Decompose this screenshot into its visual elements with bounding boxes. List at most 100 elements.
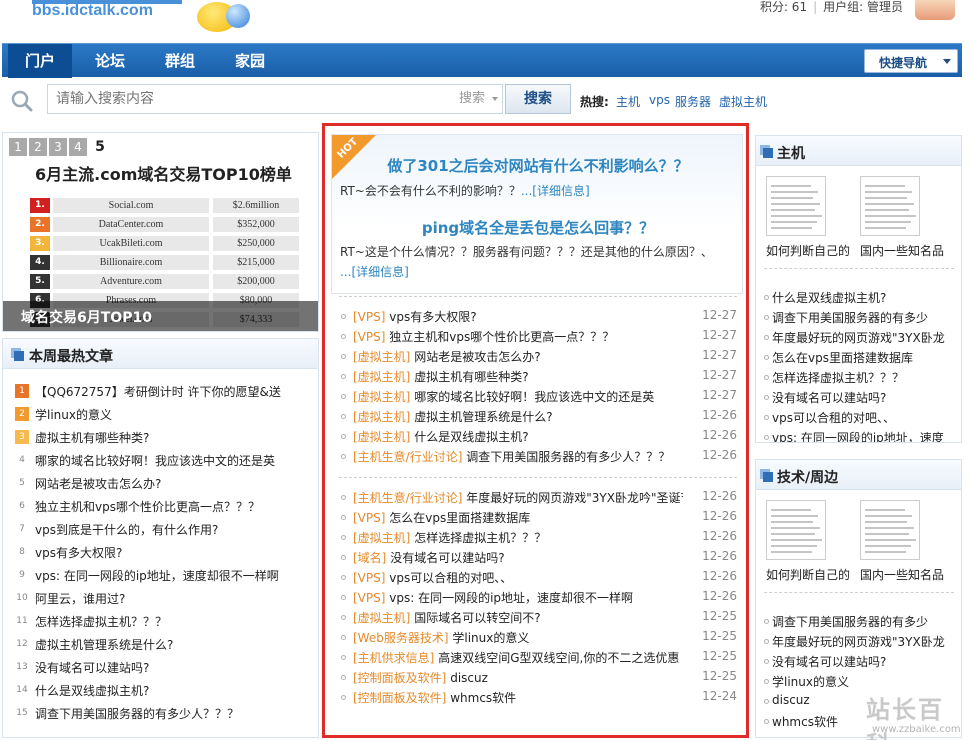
thread-category[interactable]: [虚拟主机] xyxy=(353,370,410,384)
hot-keyword-link[interactable]: 主机 xyxy=(616,93,640,110)
list-item[interactable]: vps可以合租的对吧、、 xyxy=(764,407,961,427)
detail-link[interactable]: ...[详细信息] xyxy=(340,265,409,279)
thread-row[interactable]: [VPS] vps有多大权限? 12-27 xyxy=(339,306,737,326)
thread-category[interactable]: [主机生意/行业讨论] xyxy=(353,450,462,464)
list-item[interactable]: 12 虚拟主机管理系统是什么? xyxy=(15,634,305,654)
list-item[interactable]: 2 学linux的意义 xyxy=(15,404,305,424)
thumbnail-caption[interactable]: 如何判断自己的 xyxy=(766,566,850,583)
thumbnail-caption[interactable]: 如何判断自己的 xyxy=(766,242,850,259)
thread-category[interactable]: [虚拟主机] xyxy=(353,350,410,364)
thread-category[interactable]: [控制面板及软件] xyxy=(353,671,446,685)
thread-category[interactable]: [虚拟主机] xyxy=(353,390,410,404)
ranking-row[interactable]: 4. Billionaire.com $215,000 xyxy=(25,254,303,271)
thread-category[interactable]: [VPS] xyxy=(353,310,385,324)
logo[interactable]: bbs.idctalk.com xyxy=(32,2,153,20)
avatar[interactable] xyxy=(915,0,955,20)
thread-title-text[interactable]: vps: 在同一网段的ip地址，速度却很不一样啊 xyxy=(389,591,633,605)
list-item[interactable]: 1 【QQ672757】考研倒计时 许下你的愿望&送 xyxy=(15,381,305,401)
thread-title-text[interactable]: 网站老是被攻击怎么办? xyxy=(414,350,540,364)
list-item[interactable]: 10 阿里云，谁用过? xyxy=(15,588,305,608)
slide-title[interactable]: 6月主流.com域名交易TOP10榜单 xyxy=(35,161,292,185)
ranking-row[interactable]: 1. Social.com $2.6million xyxy=(25,197,303,214)
thread-category[interactable]: [虚拟主机] xyxy=(353,611,410,625)
thread-row[interactable]: [VPS] vps: 在同一网段的ip地址，速度却很不一样啊 12-26 xyxy=(339,587,737,607)
slide-page-button[interactable]: 3 xyxy=(49,138,67,156)
thread-title-text[interactable]: 高速双线空间G型双线空间,你的不二之选优惠 xyxy=(438,651,679,665)
slide-caption[interactable]: 域名交易6月TOP10 xyxy=(21,307,152,327)
thread-category[interactable]: [域名] xyxy=(353,551,386,565)
thread-title-text[interactable]: 怎样选择虚拟主机？？？ xyxy=(414,531,546,545)
thread-row[interactable]: [主机生意/行业讨论] 调查下用美国服务器的有多少人？？？ 12-26 xyxy=(339,446,737,466)
thread-row[interactable]: [虚拟主机] 国际域名可以转空间不? 12-25 xyxy=(339,607,737,627)
thread-title-text[interactable]: vps可以合租的对吧、、 xyxy=(389,571,512,585)
list-item[interactable]: 4 哪家的域名比较好啊！我应该选中文的还是英 xyxy=(15,450,305,470)
thread-title-text[interactable]: whmcs软件 xyxy=(450,691,516,705)
thumbnail-caption[interactable]: 国内一些知名品 xyxy=(860,242,944,259)
thread-title-text[interactable]: vps有多大权限? xyxy=(389,310,476,324)
thread-row[interactable]: [虚拟主机] 怎样选择虚拟主机？？？ 12-26 xyxy=(339,527,737,547)
list-item[interactable]: 7 vps到底是干什么的，有什么作用? xyxy=(15,519,305,539)
thread-title-text[interactable]: 独立主机和vps哪个性价比更高一点？？？ xyxy=(389,330,614,344)
search-type-select[interactable]: 搜索 xyxy=(453,84,503,114)
list-item[interactable]: 年度最好玩的网页游戏"3YX卧龙 xyxy=(764,631,961,651)
slide-page-button[interactable]: 2 xyxy=(29,138,47,156)
thread-row[interactable]: [虚拟主机] 网站老是被攻击怎么办? 12-27 xyxy=(339,346,737,366)
thread-title-text[interactable]: discuz xyxy=(450,671,488,685)
thread-row[interactable]: [VPS] 怎么在vps里面搭建数据库 12-26 xyxy=(339,507,737,527)
thread-category[interactable]: [VPS] xyxy=(353,511,385,525)
list-item[interactable]: 调查下用美国服务器的有多少 xyxy=(764,307,961,327)
thread-title-text[interactable]: 国际域名可以转空间不? xyxy=(414,611,540,625)
nav-group[interactable]: 群组 xyxy=(148,44,212,78)
thread-row[interactable]: [虚拟主机] 什么是双线虚拟主机? 12-26 xyxy=(339,426,737,446)
user-group[interactable]: 用户组: 管理员 xyxy=(823,0,903,14)
hot-keyword-link[interactable]: 服务器 xyxy=(675,93,711,110)
thread-category[interactable]: [主机供求信息] xyxy=(353,651,434,665)
search-input[interactable] xyxy=(47,84,453,114)
thread-row[interactable]: [虚拟主机] 虚拟主机有哪些种类? 12-27 xyxy=(339,366,737,386)
ranking-row[interactable]: 5. Adventure.com $200,000 xyxy=(25,273,303,290)
hot-keyword-link[interactable]: 虚拟主机 xyxy=(719,93,767,110)
list-item[interactable]: 11 怎样选择虚拟主机？？？ xyxy=(15,611,305,631)
thread-row[interactable]: [控制面板及软件] whmcs软件 12-24 xyxy=(339,687,737,707)
thread-title-text[interactable]: 怎么在vps里面搭建数据库 xyxy=(389,511,530,525)
article-thumbnail[interactable] xyxy=(766,176,826,236)
thread-row[interactable]: [控制面板及软件] discuz 12-25 xyxy=(339,667,737,687)
thread-title-text[interactable]: 调查下用美国服务器的有多少人？？？ xyxy=(466,450,670,464)
thread-category[interactable]: [主机生意/行业讨论] xyxy=(353,491,462,505)
nav-forum[interactable]: 论坛 xyxy=(78,44,142,78)
thumbnail-caption[interactable]: 国内一些知名品 xyxy=(860,566,944,583)
thread-row[interactable]: [VPS] vps可以合租的对吧、、 12-26 xyxy=(339,567,737,587)
thread-category[interactable]: [控制面板及软件] xyxy=(353,691,446,705)
ranking-row[interactable]: 3. UcakBileti.com $250,000 xyxy=(25,235,303,252)
list-item[interactable]: 8 vps有多大权限? xyxy=(15,542,305,562)
list-item[interactable]: 15 调查下用美国服务器的有多少人？？？ xyxy=(15,703,305,723)
thread-row[interactable]: [主机供求信息] 高速双线空间G型双线空间,你的不二之选优惠 12-25 xyxy=(339,647,737,667)
list-item[interactable]: 怎么在vps里面搭建数据库 xyxy=(764,347,961,367)
thread-row[interactable]: [Web服务器技术] 学linux的意义 12-25 xyxy=(339,627,737,647)
list-item[interactable]: 年度最好玩的网页游戏"3YX卧龙 xyxy=(764,327,961,347)
thread-category[interactable]: [虚拟主机] xyxy=(353,531,410,545)
featured-title[interactable]: ping域名全是丢包是怎么回事？？ xyxy=(332,217,744,238)
article-thumbnail[interactable] xyxy=(860,176,920,236)
thread-category[interactable]: [VPS] xyxy=(353,571,385,585)
list-item[interactable]: 6 独立主机和vps哪个性价比更高一点？？？ xyxy=(15,496,305,516)
thread-row[interactable]: [主机生意/行业讨论] 年度最好玩的网页游戏"3YX卧龙吟"圣诞节 12-26 xyxy=(339,487,737,507)
thread-category[interactable]: [Web服务器技术] xyxy=(353,631,449,645)
thread-category[interactable]: [VPS] xyxy=(353,591,385,605)
ranking-row[interactable]: 2. DataCenter.com $352,000 xyxy=(25,216,303,233)
list-item[interactable]: vps: 在同一网段的ip地址，速度 xyxy=(764,427,961,442)
list-item[interactable]: 怎样选择虚拟主机？？？ xyxy=(764,367,961,387)
search-button[interactable]: 搜索 xyxy=(505,84,571,114)
list-item[interactable]: 调查下用美国服务器的有多少 xyxy=(764,611,961,631)
quick-nav-button[interactable]: 快捷导航 xyxy=(864,49,958,73)
featured-title[interactable]: 做了301之后会对网站有什么不利影响么？？ xyxy=(332,155,744,176)
list-item[interactable]: 5 网站老是被攻击怎么办? xyxy=(15,473,305,493)
thread-row[interactable]: [虚拟主机] 哪家的域名比较好啊！我应该选中文的还是英 12-27 xyxy=(339,386,737,406)
thread-title-text[interactable]: 什么是双线虚拟主机? xyxy=(414,430,528,444)
list-item[interactable]: 没有域名可以建站吗? xyxy=(764,651,961,671)
nav-home[interactable]: 家园 xyxy=(218,44,282,78)
detail-link[interactable]: ...[详细信息] xyxy=(521,184,590,198)
slideshow[interactable]: 1 2 3 4 5 6月主流.com域名交易TOP10榜单 1. Social.c… xyxy=(2,132,319,332)
slide-page-button-active[interactable]: 5 xyxy=(91,138,109,156)
thread-category[interactable]: [虚拟主机] xyxy=(353,410,410,424)
